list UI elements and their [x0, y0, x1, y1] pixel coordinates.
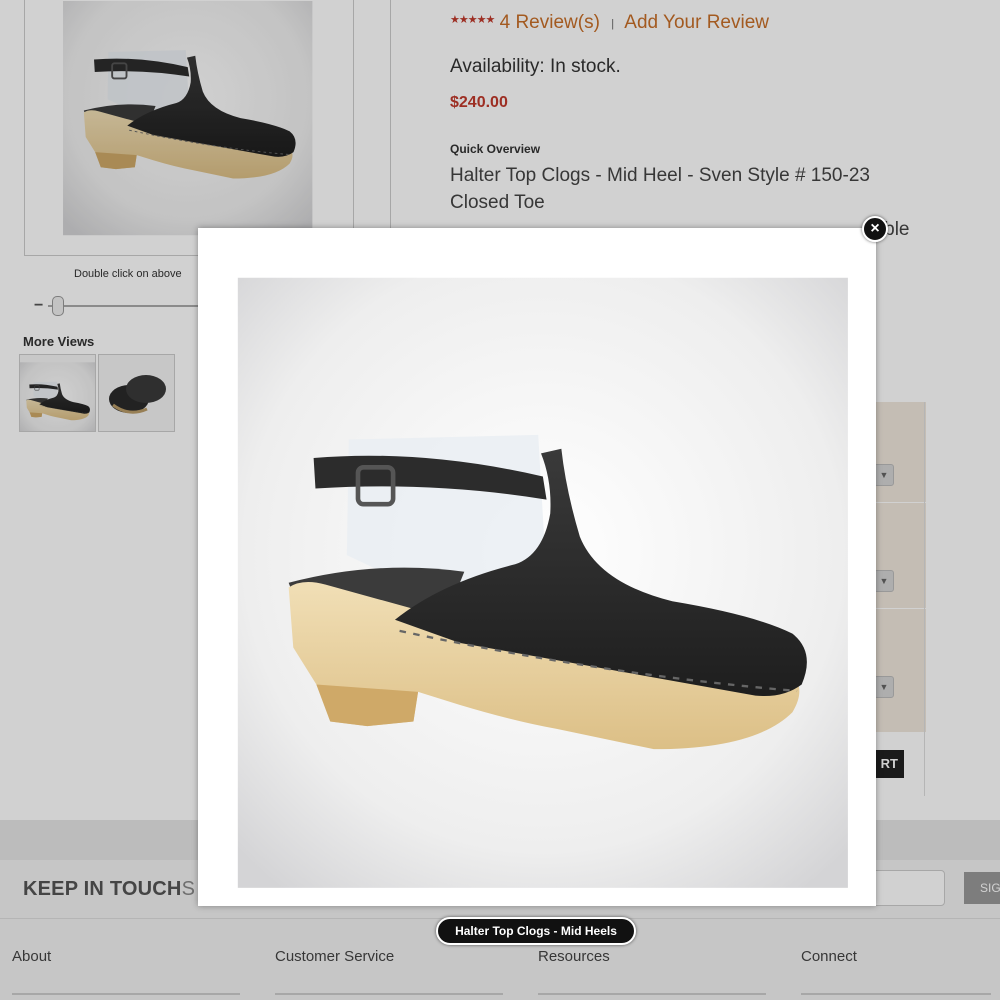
- lightbox: [198, 228, 876, 906]
- close-icon[interactable]: ×: [862, 216, 888, 242]
- lightbox-product-image: [208, 238, 864, 894]
- lightbox-caption: Halter Top Clogs - Mid Heels: [436, 917, 636, 945]
